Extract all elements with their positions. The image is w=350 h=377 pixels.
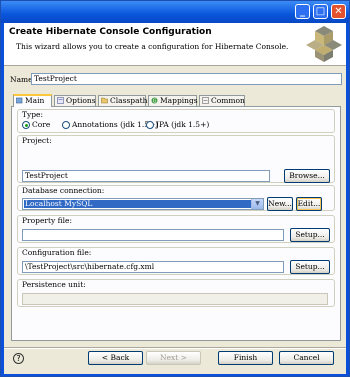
wizard-header: Create Hibernate Console Configuration T… — [4, 23, 346, 66]
title-bar[interactable]: _ □ ✕ — [1, 1, 349, 23]
tab-mappings-label: Mappings — [160, 96, 198, 105]
tab-common-label: Common — [211, 96, 245, 105]
persistence-unit-input[interactable] — [22, 293, 328, 305]
property-setup-button[interactable]: Setup... — [290, 228, 330, 242]
config-setup-button[interactable]: Setup... — [290, 260, 330, 274]
config-file-label: Configuration file: — [22, 248, 92, 257]
project-input[interactable]: TestProject — [22, 170, 270, 182]
maximize-button[interactable]: □ — [313, 4, 328, 19]
tab-bar: Main Options Classpath G Mappings Common — [11, 94, 341, 107]
type-core-radio[interactable] — [22, 121, 30, 129]
config-file-input[interactable]: \TestProject\src\hibernate.cfg.xml — [22, 261, 284, 273]
database-label: Database connection: — [22, 186, 105, 195]
type-core-label: Core — [32, 120, 51, 129]
tab-mappings[interactable]: G Mappings — [148, 95, 198, 106]
new-connection-button[interactable]: New... — [267, 197, 293, 211]
browse-button[interactable]: Browse... — [284, 169, 330, 183]
hibernate-logo-icon — [306, 26, 342, 62]
type-annotations-radio[interactable] — [62, 121, 70, 129]
help-icon[interactable]: ? — [13, 353, 24, 364]
property-file-label: Property file: — [22, 216, 72, 225]
tab-main-label: Main — [25, 96, 45, 105]
tab-options[interactable]: Options — [54, 95, 96, 106]
property-file-group: Property file: Setup... — [17, 215, 335, 243]
type-label: Type: — [22, 110, 44, 119]
type-jpa-label: JPA (jdk 1.5+) — [156, 120, 210, 129]
dialog-window: _ □ ✕ Create Hibernate Console Configura… — [0, 0, 350, 377]
mappings-icon: G — [151, 97, 158, 104]
main-tab-panel: Type: Core Annotations (jdk 1.5+) JPA (j… — [11, 106, 341, 341]
common-icon — [202, 97, 209, 104]
cancel-button[interactable]: Cancel — [279, 351, 334, 365]
persistence-unit-label: Persistence unit: — [22, 280, 86, 289]
type-group: Type: Core Annotations (jdk 1.5+) JPA (j… — [17, 109, 335, 133]
name-input[interactable]: TestProject — [31, 73, 342, 85]
tab-classpath-label: Classpath — [110, 96, 148, 105]
type-jpa-radio[interactable] — [146, 121, 154, 129]
back-button[interactable]: < Back — [88, 351, 143, 365]
minimize-button[interactable]: _ — [295, 4, 310, 19]
svg-text:G: G — [153, 98, 157, 104]
config-file-group: Configuration file: \TestProject\src\hib… — [17, 247, 335, 275]
project-group: Project: TestProject Browse... — [17, 135, 335, 183]
database-group: Database connection: Localhost MySQL ▼ N… — [17, 185, 335, 211]
tab-common[interactable]: Common — [199, 95, 245, 106]
tab-options-label: Options — [66, 96, 96, 105]
property-file-input[interactable] — [22, 229, 284, 241]
footer-separator — [4, 347, 346, 349]
close-button[interactable]: ✕ — [331, 4, 346, 19]
wizard-description: This wizard allows you to create a confi… — [16, 42, 289, 51]
wizard-title: Create Hibernate Console Configuration — [9, 27, 212, 37]
finish-button[interactable]: Finish — [218, 351, 273, 365]
classpath-icon — [101, 97, 108, 104]
database-combo-value: Localhost MySQL — [24, 200, 251, 208]
chevron-down-icon[interactable]: ▼ — [251, 199, 263, 209]
persistence-unit-group: Persistence unit: — [17, 279, 335, 307]
tab-main[interactable]: Main — [13, 94, 52, 107]
dialog-client: Create Hibernate Console Configuration T… — [4, 23, 346, 374]
edit-connection-button[interactable]: Edit... — [296, 197, 322, 211]
next-button[interactable]: Next > — [146, 351, 201, 365]
project-label: Project: — [22, 136, 52, 145]
database-combo[interactable]: Localhost MySQL ▼ — [22, 198, 264, 210]
options-icon — [57, 97, 64, 104]
main-icon — [16, 97, 23, 104]
tab-classpath[interactable]: Classpath — [98, 95, 148, 106]
